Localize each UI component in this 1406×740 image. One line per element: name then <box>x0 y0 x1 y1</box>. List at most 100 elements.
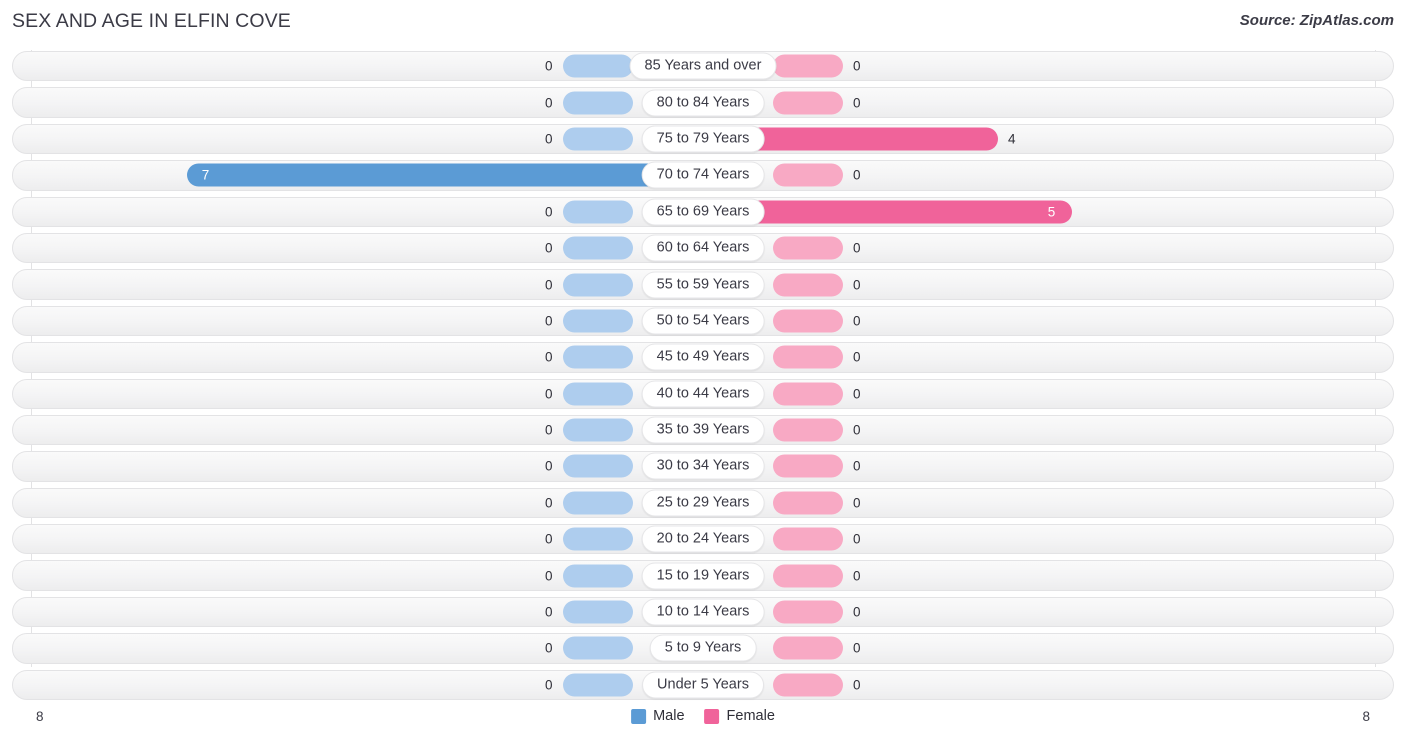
legend-item-male[interactable]: Male <box>631 708 685 724</box>
bar-female[interactable] <box>773 636 843 660</box>
bar-value-male: 0 <box>545 131 553 147</box>
bar-female[interactable] <box>773 54 843 78</box>
bar-male[interactable] <box>563 418 633 442</box>
bar-female[interactable] <box>773 418 843 442</box>
table-row: 0 0 55 to 59 Years <box>0 266 1406 302</box>
table-row: 0 0 20 to 24 Years <box>0 521 1406 557</box>
pyramid-rows: 0 0 85 Years and over 0 0 80 to 84 Years 0 4 75 … <box>0 48 1406 703</box>
bar-male[interactable] <box>563 345 633 369</box>
age-group-label: 30 to 34 Years <box>641 452 765 480</box>
bar-male[interactable] <box>563 382 633 406</box>
bar-female[interactable] <box>773 564 843 588</box>
table-row: 0 0 40 to 44 Years <box>0 376 1406 412</box>
age-group-label: 50 to 54 Years <box>641 307 765 335</box>
bar-male[interactable] <box>563 200 633 224</box>
bar-male[interactable] <box>186 163 703 187</box>
bar-male[interactable] <box>563 91 633 115</box>
bar-male[interactable] <box>563 309 633 333</box>
bar-value-female: 0 <box>853 640 861 656</box>
bar-value-female: 0 <box>853 58 861 74</box>
row-bars: 0 0 80 to 84 Years <box>0 84 1406 120</box>
row-bars: 0 0 20 to 24 Years <box>0 521 1406 557</box>
bar-male[interactable] <box>563 600 633 624</box>
bar-value-female: 0 <box>853 422 861 438</box>
bar-value-male: 0 <box>545 58 553 74</box>
bar-female[interactable] <box>773 673 843 697</box>
bar-value-male: 0 <box>545 95 553 111</box>
bar-male[interactable] <box>563 54 633 78</box>
chart-footer: 8 8 Male Female <box>0 703 1406 740</box>
table-row: 0 4 75 to 79 Years <box>0 121 1406 157</box>
bar-female[interactable] <box>773 236 843 260</box>
row-bars: 0 0 25 to 29 Years <box>0 485 1406 521</box>
bar-female[interactable] <box>773 345 843 369</box>
bar-female[interactable] <box>773 163 843 187</box>
chart-plot-area: 0 0 85 Years and over 0 0 80 to 84 Years 0 4 75 … <box>0 48 1406 703</box>
bar-male[interactable] <box>563 273 633 297</box>
row-bars: 0 0 55 to 59 Years <box>0 266 1406 302</box>
bar-male[interactable] <box>563 636 633 660</box>
row-bars: 0 0 50 to 54 Years <box>0 303 1406 339</box>
bar-female[interactable] <box>773 454 843 478</box>
table-row: 0 0 25 to 29 Years <box>0 485 1406 521</box>
bar-value-female: 0 <box>853 277 861 293</box>
table-row: 0 0 10 to 14 Years <box>0 594 1406 630</box>
bar-male[interactable] <box>563 127 633 151</box>
bar-male[interactable] <box>563 491 633 515</box>
bar-male[interactable] <box>563 454 633 478</box>
table-row: 0 0 45 to 49 Years <box>0 339 1406 375</box>
bar-female[interactable] <box>773 309 843 333</box>
bar-female[interactable] <box>773 382 843 406</box>
bar-value-female: 0 <box>853 531 861 547</box>
table-row: 0 0 35 to 39 Years <box>0 412 1406 448</box>
bar-value-female: 5 <box>1047 204 1056 220</box>
row-bars: 0 0 85 Years and over <box>0 48 1406 84</box>
bar-value-male: 7 <box>201 167 210 183</box>
bar-female[interactable] <box>773 600 843 624</box>
bar-female[interactable] <box>773 527 843 551</box>
age-group-label: 40 to 44 Years <box>641 380 765 408</box>
age-group-label: 55 to 59 Years <box>641 271 765 299</box>
table-row: 0 0 60 to 64 Years <box>0 230 1406 266</box>
bar-female[interactable] <box>773 491 843 515</box>
bar-value-male: 0 <box>545 277 553 293</box>
bar-male[interactable] <box>563 564 633 588</box>
bar-value-male: 0 <box>545 531 553 547</box>
bar-male[interactable] <box>563 527 633 551</box>
bar-value-male: 0 <box>545 313 553 329</box>
age-group-label: 5 to 9 Years <box>649 634 757 662</box>
bar-value-female: 0 <box>853 495 861 511</box>
age-group-label: 60 to 64 Years <box>641 234 765 262</box>
age-group-label: 45 to 49 Years <box>641 343 765 371</box>
bar-value-female: 0 <box>853 604 861 620</box>
bar-value-male: 0 <box>545 349 553 365</box>
legend-item-female[interactable]: Female <box>704 708 775 724</box>
table-row: 7 0 70 to 74 Years <box>0 157 1406 193</box>
bar-female[interactable] <box>773 91 843 115</box>
bar-male[interactable] <box>563 673 633 697</box>
bar-male[interactable] <box>563 236 633 260</box>
axis-label-right: 8 <box>1362 709 1370 724</box>
row-bars: 0 0 35 to 39 Years <box>0 412 1406 448</box>
row-bars: 0 0 40 to 44 Years <box>0 376 1406 412</box>
row-bars: 0 4 75 to 79 Years <box>0 121 1406 157</box>
bar-value-male: 0 <box>545 568 553 584</box>
age-group-label: Under 5 Years <box>642 671 764 699</box>
age-group-label: 20 to 24 Years <box>641 525 765 553</box>
bar-value-male: 0 <box>545 204 553 220</box>
age-group-label: 75 to 79 Years <box>641 125 765 153</box>
row-bars: 0 0 30 to 34 Years <box>0 448 1406 484</box>
row-bars: 0 0 5 to 9 Years <box>0 630 1406 666</box>
bar-value-female: 0 <box>853 167 861 183</box>
chart-legend: Male Female <box>631 708 775 724</box>
bar-value-female: 0 <box>853 95 861 111</box>
row-bars: 0 0 Under 5 Years <box>0 667 1406 703</box>
bar-female[interactable] <box>773 273 843 297</box>
age-group-label: 25 to 29 Years <box>641 489 765 517</box>
age-group-label: 15 to 19 Years <box>641 562 765 590</box>
bar-value-male: 0 <box>545 604 553 620</box>
chart-page: SEX AND AGE IN ELFIN COVE Source: ZipAtl… <box>0 0 1406 740</box>
table-row: 0 0 50 to 54 Years <box>0 303 1406 339</box>
table-row: 0 0 15 to 19 Years <box>0 557 1406 593</box>
age-group-label: 65 to 69 Years <box>641 198 765 226</box>
